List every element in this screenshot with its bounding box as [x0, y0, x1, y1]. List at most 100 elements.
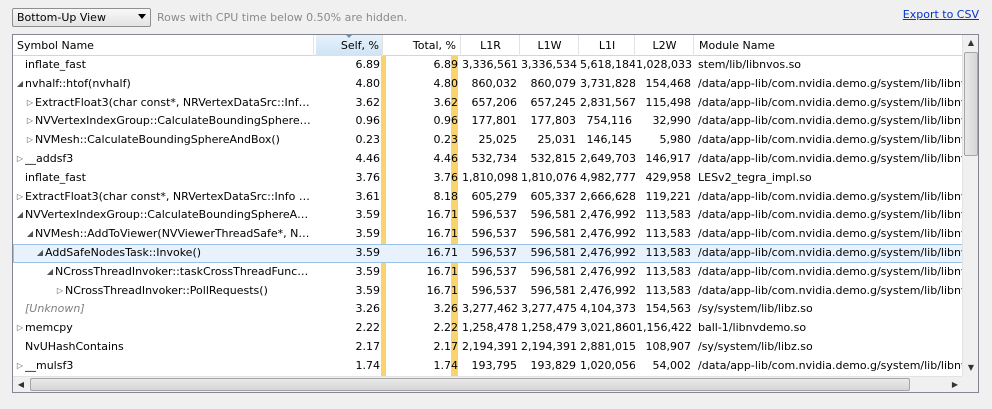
cell-symbol-name: ◢ NVMesh::AddToViewer(NVViewerThreadSafe*…	[13, 225, 314, 244]
cell-self: 3.59	[355, 245, 381, 259]
expand-arrow-icon[interactable]: ▷	[25, 112, 35, 130]
horizontal-scroll-thumb[interactable]	[30, 378, 910, 391]
expand-arrow-icon[interactable]: ▷	[15, 319, 25, 337]
expand-arrow-icon[interactable]: ▷	[25, 94, 35, 112]
table-row[interactable]: ▷inflate_fast3.763.761,810,0981,810,0764…	[13, 169, 963, 188]
scroll-up-icon[interactable]: ▲	[963, 35, 978, 51]
symbol-name-label: nvhalf::htof(nvhalf)	[25, 76, 131, 90]
cell-l1w: 596,581	[530, 283, 577, 297]
cell-symbol-name: ▷ NCrossThreadInvoker::PollRequests()	[13, 282, 314, 301]
cell-l1w: 1,810,076	[521, 170, 577, 184]
column-header-l1w[interactable]: L1W	[521, 35, 579, 56]
table-row[interactable]: ◢ AddSafeNodesTask::Invoke() 3.59 16.71 596,…	[13, 243, 963, 263]
view-select[interactable]: Bottom-Up View	[12, 8, 151, 27]
expand-arrow-icon[interactable]: ▷	[15, 150, 25, 168]
table-row[interactable]: ▷ __mulsf3 1.74 1.74 193,795 193,829 1,020,056…	[13, 357, 963, 376]
cell-l1i: 5,618,184	[580, 58, 635, 71]
cell-total: 4.46	[433, 151, 459, 165]
scroll-left-icon[interactable]: ◀	[13, 377, 29, 392]
cell-total: 2.22	[433, 321, 459, 335]
cell-l1w: 177,803	[530, 114, 577, 128]
table-row[interactable]: ▷ __addsf3 4.46 4.46 532,734 532,815 2,649,703…	[13, 150, 963, 169]
cell-l2w: 113,583	[645, 227, 692, 241]
cell-total: 2.17	[433, 339, 459, 353]
table-row[interactable]: ▷ ExtractFloat3(char const*, NRVertexData…	[13, 188, 963, 207]
expand-arrow-icon[interactable]: ▷	[15, 357, 25, 375]
table-row[interactable]: ◢ nvhalf::htof(nvhalf) 4.80 4.80 860,032 860,…	[13, 75, 963, 94]
cell-l2w: 5,980	[659, 133, 692, 147]
cell-l1w: 193,829	[530, 358, 577, 372]
cell-total: 16.71	[426, 227, 459, 241]
cell-l1r: 657,206	[471, 95, 518, 109]
table-row[interactable]: ▷NvUHashContains2.172.172,194,3912,194,3…	[13, 338, 963, 357]
chevron-down-icon	[138, 14, 146, 19]
symbol-name-label: NVMesh::CalculateBoundingSphereAndBox()	[35, 133, 280, 147]
scroll-right-icon[interactable]: ▶	[947, 377, 963, 392]
cell-l1i: 2,476,992	[580, 245, 635, 259]
column-header-l2w[interactable]: L2W	[636, 35, 694, 56]
table-row[interactable]: ◢ NVVertexIndexGroup::CalculateBoundingSp…	[13, 206, 963, 225]
cell-module-name: /data/app-lib/com.nvidia.demo.g/system/l…	[698, 208, 963, 222]
cell-module-name: /data/app-lib/com.nvidia.demo.g/system/l…	[698, 76, 963, 90]
collapse-arrow-icon[interactable]: ◢	[15, 206, 25, 224]
symbol-name-label: inflate_fast	[25, 58, 86, 71]
table-row[interactable]: ◢ NVMesh::AddToViewer(NVViewerThreadSafe*…	[13, 225, 963, 244]
cell-self: 4.80	[355, 76, 381, 90]
table-row[interactable]: ▷ ExtractFloat3(char const*, NRVertexData…	[13, 94, 963, 113]
cell-symbol-name: ▷ memcpy	[13, 319, 314, 338]
symbol-name-label: NvUHashContains	[25, 339, 124, 353]
collapse-arrow-icon[interactable]: ◢	[35, 244, 45, 262]
column-header-total[interactable]: Total, %	[386, 35, 461, 56]
cell-l2w: 429,958	[645, 170, 692, 184]
cell-symbol-name: ▷ __mulsf3	[13, 357, 314, 376]
cell-total: 16.71	[426, 264, 459, 278]
vertical-scrollbar[interactable]: ▲ ▼	[962, 35, 978, 376]
cell-module-name: /data/app-lib/com.nvidia.demo.g/system/l…	[698, 133, 963, 147]
export-csv-link[interactable]: Export to CSV	[903, 8, 979, 21]
cell-l1i: 2,881,015	[580, 339, 635, 353]
table-row[interactable]: ▷[Unknown]3.263.263,277,4623,277,4754,10…	[13, 300, 963, 319]
cell-module-name: stem/lib/libnvos.so	[698, 58, 802, 71]
table-row[interactable]: ▷inflate_fast6.896.893,336,5613,336,5345…	[13, 56, 963, 75]
column-header-l1r[interactable]: L1R	[462, 35, 520, 56]
cell-l1r: 596,537	[471, 245, 518, 259]
cell-l1r: 532,734	[471, 151, 518, 165]
cell-symbol-name: ▷ NVVertexIndexGroup::CalculateBoundingSp…	[13, 112, 314, 131]
expand-arrow-icon[interactable]: ▷	[55, 282, 65, 300]
cell-module-name: /data/app-lib/com.nvidia.demo.g/system/l…	[698, 114, 963, 128]
table-row[interactable]: ▷ NCrossThreadInvoker::PollRequests() 3.59…	[13, 282, 963, 301]
cell-module-name: /sy/system/lib/libz.so	[698, 302, 813, 316]
cell-l1w: 1,258,479	[521, 321, 577, 335]
table-row[interactable]: ◢ NCrossThreadInvoker::taskCrossThreadFun…	[13, 263, 963, 282]
vertical-scroll-thumb[interactable]	[964, 52, 978, 156]
column-header-symbol-name[interactable]: Symbol Name	[13, 35, 314, 56]
cell-l1i: 2,476,992	[580, 264, 635, 278]
cell-symbol-name: ▷ ExtractFloat3(char const*, NRVertexData…	[13, 94, 314, 113]
cell-module-name: ball-1/libnvdemo.so	[698, 321, 807, 335]
table-row[interactable]: ▷ NVMesh::CalculateBoundingSphereAndBox()…	[13, 131, 963, 150]
table-row[interactable]: ▷ memcpy 2.22 2.22 1,258,478 1,258,479 3,021,8…	[13, 319, 963, 338]
column-header-self[interactable]: Self, %	[316, 35, 383, 56]
symbol-name-label: ExtractFloat3(char const*, NRVertexDataS…	[25, 189, 311, 203]
cell-l1w: 596,581	[530, 208, 577, 222]
collapse-arrow-icon[interactable]: ◢	[25, 225, 35, 243]
cell-l2w: 115,498	[645, 95, 692, 109]
cell-l1r: 25,025	[478, 133, 518, 147]
scroll-down-icon[interactable]: ▼	[963, 360, 978, 376]
cell-symbol-name: ▷ NVMesh::CalculateBoundingSphereAndBox()	[13, 131, 314, 150]
column-header-l1i[interactable]: L1I	[580, 35, 635, 56]
horizontal-scrollbar[interactable]: ◀ ▶	[13, 376, 963, 392]
cell-symbol-name: ▷inflate_fast	[13, 169, 314, 188]
symbol-name-label: __mulsf3	[25, 358, 74, 372]
collapse-arrow-icon[interactable]: ◢	[15, 75, 25, 93]
column-header-module-name[interactable]: Module Name	[695, 35, 963, 56]
cell-self: 3.76	[355, 170, 381, 184]
cell-l1i: 2,649,703	[580, 151, 635, 165]
expand-arrow-icon[interactable]: ▷	[25, 131, 35, 149]
table-row[interactable]: ▷ NVVertexIndexGroup::CalculateBoundingSp…	[13, 112, 963, 131]
symbol-name-label: NVVertexIndexGroup::CalculateBoundingSph…	[25, 208, 311, 222]
collapse-arrow-icon[interactable]: ◢	[45, 263, 55, 281]
expand-arrow-icon[interactable]: ▷	[15, 188, 25, 206]
cell-l1w: 596,581	[530, 245, 577, 259]
cell-l1r: 596,537	[471, 283, 518, 297]
